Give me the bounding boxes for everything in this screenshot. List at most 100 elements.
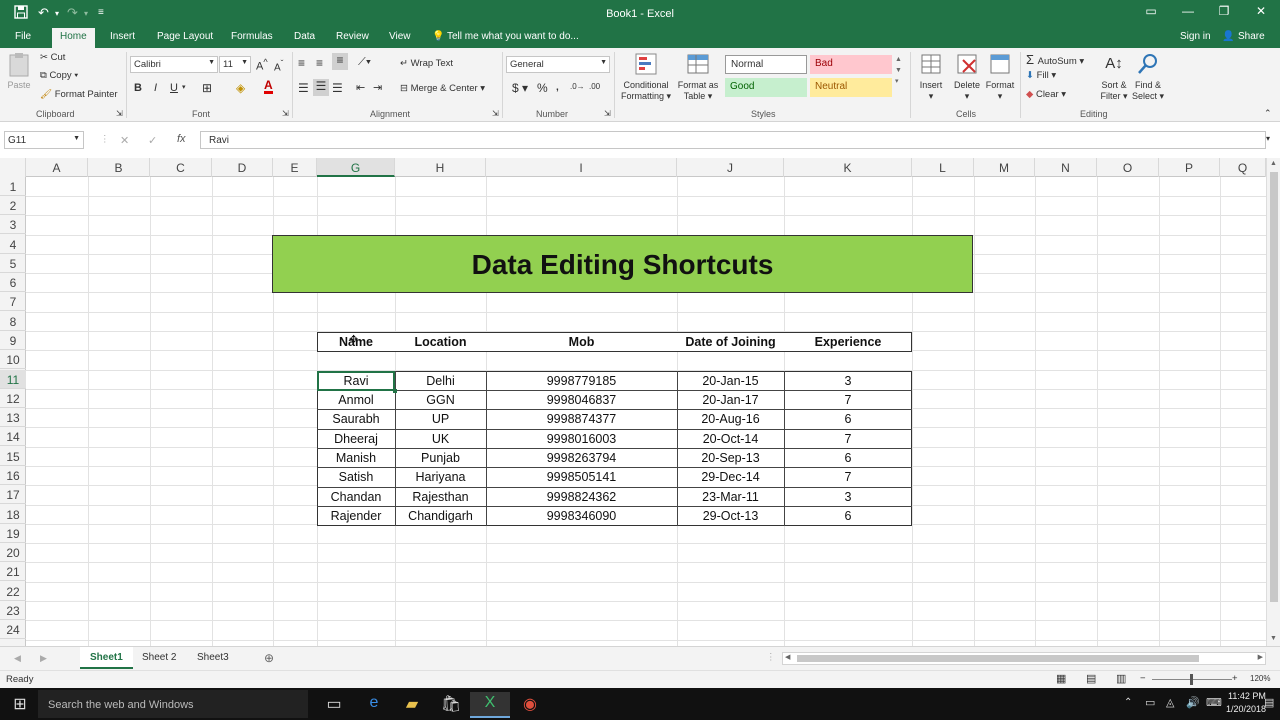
font-color-icon[interactable]: A <box>264 79 273 94</box>
cell-location[interactable]: GGN <box>395 390 486 409</box>
align-top-icon[interactable]: ≡ <box>298 56 305 70</box>
tray-up-icon[interactable]: ⌃ <box>1124 697 1132 708</box>
cell-location[interactable]: UK <box>395 429 486 448</box>
row-header[interactable]: 1 <box>0 177 26 196</box>
edge-browser-icon[interactable]: e <box>354 692 394 718</box>
horizontal-scroll-thumb[interactable] <box>797 655 1199 662</box>
header-experience[interactable]: Experience <box>784 332 912 351</box>
column-header[interactable]: N <box>1035 158 1097 177</box>
cell-name[interactable]: Anmol <box>317 390 395 409</box>
select-all-corner[interactable] <box>0 158 26 177</box>
cell-date[interactable]: 23-Mar-11 <box>677 487 784 506</box>
volume-icon[interactable]: 🔊 <box>1186 696 1200 709</box>
cell-location[interactable]: Punjab <box>395 448 486 467</box>
add-sheet-icon[interactable]: ⊕ <box>264 651 274 665</box>
row-header[interactable]: 10 <box>0 350 26 369</box>
cell-name[interactable]: Satish <box>317 467 395 486</box>
cell-mob[interactable]: 9998779185 <box>486 371 677 390</box>
taskbar-search-box[interactable]: Search the web and Windows <box>38 690 308 718</box>
cell-mob[interactable]: 9998046837 <box>486 390 677 409</box>
zoom-slider-thumb[interactable] <box>1190 674 1193 685</box>
fill-handle[interactable] <box>393 389 397 393</box>
underline-button[interactable]: U <box>170 82 178 94</box>
vertical-scrollbar[interactable]: ▲ ▼ <box>1266 158 1280 646</box>
column-header[interactable]: M <box>974 158 1035 177</box>
find-select-button[interactable]: Find & Select ▾ <box>1130 52 1166 102</box>
column-header[interactable]: A <box>26 158 88 177</box>
cell-name[interactable]: Saurabh <box>317 409 395 428</box>
tab-page-layout[interactable]: Page Layout <box>157 31 213 42</box>
style-neutral[interactable]: Neutral <box>810 78 892 97</box>
autosum-button[interactable]: Σ AutoSum ▾ <box>1026 52 1084 67</box>
cell-mob[interactable]: 9998263794 <box>486 448 677 467</box>
sheet-tab-sheet2[interactable]: Sheet 2 <box>132 647 186 669</box>
prev-sheet-icon[interactable]: ◀ <box>14 653 21 664</box>
clear-button[interactable]: ◆ Clear ▾ <box>1026 89 1066 100</box>
font-size-select[interactable]: 11 ▼ <box>219 56 251 73</box>
tab-view[interactable]: View <box>389 31 411 42</box>
cell-experience[interactable]: 6 <box>784 448 912 467</box>
store-icon[interactable]: 🛍 <box>431 692 471 718</box>
column-header-selected[interactable]: G <box>317 158 395 177</box>
row-header[interactable]: 3 <box>0 215 26 234</box>
cell-experience[interactable]: 7 <box>784 467 912 486</box>
tab-split-handle[interactable]: ⋮ <box>766 652 776 663</box>
column-header[interactable]: L <box>912 158 974 177</box>
font-name-select[interactable]: Calibri ▼ <box>130 56 218 73</box>
zoom-out-icon[interactable]: − <box>1140 673 1146 684</box>
style-bad[interactable]: Bad <box>810 55 892 74</box>
row-header[interactable]: 19 <box>0 524 26 543</box>
row-header[interactable]: 14 <box>0 427 26 446</box>
font-launcher-icon[interactable]: ⇲ <box>282 109 289 118</box>
format-cells-button[interactable]: Format ▾ <box>984 52 1016 102</box>
scroll-right-icon[interactable]: ▶ <box>1258 653 1263 661</box>
align-middle-icon[interactable]: ≡ <box>316 56 323 70</box>
network-icon[interactable]: ◬ <box>1166 696 1174 709</box>
alignment-launcher-icon[interactable]: ⇲ <box>492 109 499 118</box>
cell-date[interactable]: 29-Dec-14 <box>677 467 784 486</box>
notifications-icon[interactable]: ▤ <box>1264 696 1274 709</box>
delete-cells-button[interactable]: Delete ▾ <box>950 52 984 102</box>
windows-start-icon[interactable]: ⊞ <box>0 692 40 718</box>
currency-button[interactable]: $ ▾ <box>512 81 528 95</box>
cell-experience[interactable]: 7 <box>784 429 912 448</box>
cell-date[interactable]: 29-Oct-13 <box>677 506 784 525</box>
row-header[interactable]: 18 <box>0 505 26 524</box>
cell-location[interactable]: Rajesthan <box>395 487 486 506</box>
cell-location[interactable]: Delhi <box>395 371 486 390</box>
tab-home[interactable]: Home <box>52 28 95 48</box>
ribbon-display-icon[interactable]: ▭ <box>1138 4 1164 18</box>
align-left-icon[interactable]: ☰ <box>298 81 309 95</box>
row-header[interactable]: 24 <box>0 620 26 639</box>
expand-formula-icon[interactable]: ▾ <box>1266 134 1270 143</box>
battery-icon[interactable]: ▭ <box>1145 696 1155 709</box>
normal-view-icon[interactable]: ▦ <box>1056 672 1066 685</box>
excel-taskbar-icon[interactable]: X <box>470 692 510 718</box>
copy-button[interactable]: ⧉ Copy ▾ <box>40 70 78 81</box>
row-header[interactable]: 21 <box>0 562 26 581</box>
sign-in-link[interactable]: Sign in <box>1180 31 1211 42</box>
row-header[interactable]: 13 <box>0 408 26 427</box>
styles-scroll-icon[interactable]: ▲ ▼ ▾ <box>895 54 902 87</box>
page-break-view-icon[interactable]: ▥ <box>1116 672 1126 685</box>
percent-button[interactable]: % <box>537 81 548 95</box>
confirm-entry-icon[interactable]: ✓ <box>148 134 157 147</box>
fill-color-icon[interactable]: ◈ <box>236 81 245 95</box>
column-header[interactable]: C <box>150 158 212 177</box>
cell-name[interactable]: Chandan <box>317 487 395 506</box>
bold-button[interactable]: B <box>134 82 142 94</box>
wrap-text-button[interactable]: ↵ Wrap Text <box>400 58 453 69</box>
column-header[interactable]: K <box>784 158 912 177</box>
header-date-of-joining[interactable]: Date of Joining <box>677 332 784 351</box>
cut-button[interactable]: ✂ Cut <box>40 52 65 63</box>
cell-mob[interactable]: 9998016003 <box>486 429 677 448</box>
column-header[interactable]: E <box>273 158 317 177</box>
zoom-in-icon[interactable]: + <box>1232 673 1238 684</box>
insert-function-icon[interactable]: fx <box>177 133 186 145</box>
cell-location[interactable]: Chandigarh <box>395 506 486 525</box>
grow-font-icon[interactable]: A^ <box>256 57 268 73</box>
row-header[interactable]: 9 <box>0 331 26 350</box>
cell-experience[interactable]: 3 <box>784 371 912 390</box>
row-header-selected[interactable]: 11 <box>0 370 26 389</box>
column-header[interactable]: H <box>395 158 486 177</box>
